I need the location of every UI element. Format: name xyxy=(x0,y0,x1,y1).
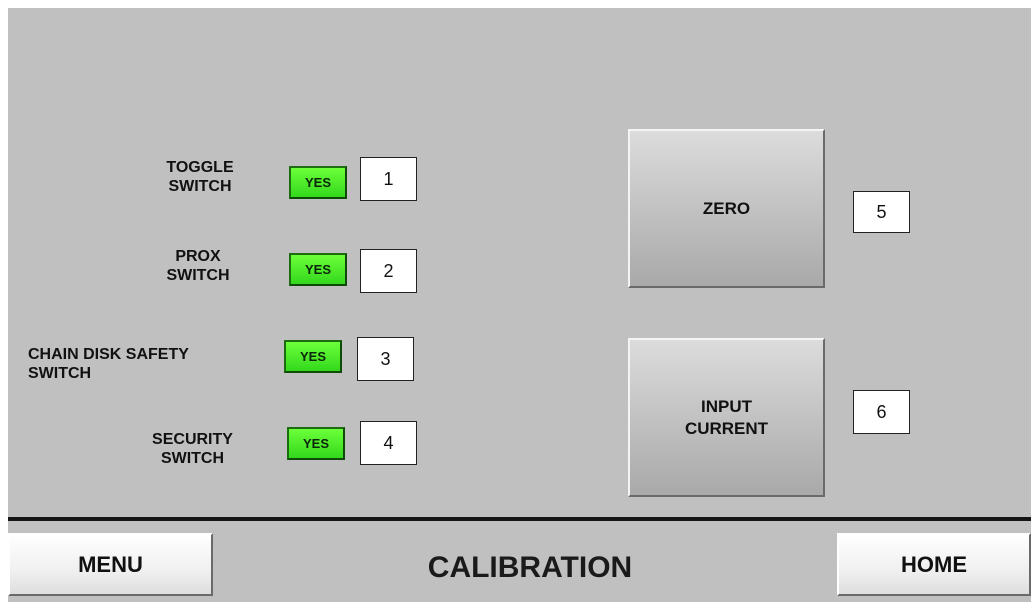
security-switch-label: SECURITY SWITCH xyxy=(152,431,233,467)
prox-switch-yes-indicator[interactable]: YES xyxy=(289,253,347,286)
toggle-switch-label: TOGGLE SWITCH xyxy=(166,159,234,195)
menu-button[interactable]: MENU xyxy=(8,533,213,596)
toggle-switch-yes-indicator[interactable]: YES xyxy=(289,166,347,199)
chain-disk-safety-switch-yes-indicator[interactable]: YES xyxy=(284,340,342,373)
page-title: CALIBRATION xyxy=(427,551,633,584)
prox-switch-number-box: 2 xyxy=(360,249,417,293)
security-switch-number-box: 4 xyxy=(360,421,417,465)
zero-number-box: 5 xyxy=(853,191,910,233)
input-current-button[interactable]: INPUT CURRENT xyxy=(628,338,825,497)
zero-button[interactable]: ZERO xyxy=(628,129,825,288)
input-current-number-box: 6 xyxy=(853,390,910,434)
prox-switch-label: PROX SWITCH xyxy=(166,248,230,284)
chain-disk-safety-switch-number-box: 3 xyxy=(357,337,414,381)
security-switch-yes-indicator[interactable]: YES xyxy=(287,427,345,460)
home-button[interactable]: HOME xyxy=(837,533,1031,596)
chain-disk-safety-switch-label: CHAIN DISK SAFETY SWITCH xyxy=(28,346,189,382)
toggle-switch-number-box: 1 xyxy=(360,157,417,201)
